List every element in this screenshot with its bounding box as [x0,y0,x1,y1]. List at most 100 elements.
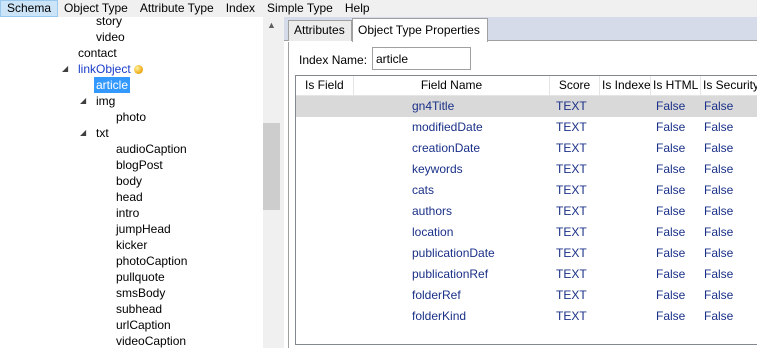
cell-is-html[interactable]: False [651,159,701,180]
table-row[interactable]: gn4Title TEXT False False [296,96,757,117]
table-row[interactable]: location TEXT False False [296,222,757,243]
cell-is-indexed[interactable] [600,201,651,222]
cell-is-html[interactable]: False [651,96,701,117]
cell-is-security[interactable]: False [701,117,757,138]
tree-item[interactable]: ◢ txt [80,125,111,141]
tree-item[interactable]: ◢ linkObject [62,61,143,77]
cell-field-name[interactable]: cats [354,180,550,201]
cell-is-html[interactable]: False [651,138,701,159]
cell-is-field[interactable] [296,117,354,138]
cell-score[interactable]: TEXT [550,117,600,138]
menu-index[interactable]: Index [220,0,261,17]
col-header-is-indexed[interactable]: Is Indexed [600,76,651,96]
cell-is-security[interactable]: False [701,96,757,117]
table-row[interactable]: publicationDate TEXT False False [296,243,757,264]
col-header-score[interactable]: Score [550,76,600,96]
cell-score[interactable]: TEXT [550,243,600,264]
cell-is-security[interactable]: False [701,222,757,243]
scroll-thumb[interactable] [263,123,280,210]
cell-is-indexed[interactable] [600,243,651,264]
tree-item[interactable]: blogPost [114,157,165,173]
cell-score[interactable]: TEXT [550,180,600,201]
tree-item[interactable]: jumpHead [114,221,173,237]
table-row[interactable]: modifiedDate TEXT False False [296,117,757,138]
table-row[interactable]: authors TEXT False False [296,201,757,222]
menu-object-type[interactable]: Object Type [58,0,134,17]
table-row[interactable]: cats TEXT False False [296,180,757,201]
cell-is-html[interactable]: False [651,264,701,285]
cell-is-indexed[interactable] [600,117,651,138]
cell-is-security[interactable]: False [701,243,757,264]
tree-item[interactable]: video [94,29,127,45]
cell-is-indexed[interactable] [600,138,651,159]
tree-item[interactable]: pullquote [114,269,167,285]
cell-is-field[interactable] [296,159,354,180]
tree-item[interactable]: photoCaption [114,253,189,269]
cell-field-name[interactable]: folderKind [354,306,550,327]
tree-item[interactable]: head [114,189,145,205]
tree-item[interactable]: videoCaption [114,333,188,348]
cell-is-security[interactable]: False [701,138,757,159]
cell-is-html[interactable]: False [651,243,701,264]
cell-is-field[interactable] [296,180,354,201]
cell-is-field[interactable] [296,201,354,222]
cell-score[interactable]: TEXT [550,222,600,243]
cell-is-html[interactable]: False [651,201,701,222]
cell-is-field[interactable] [296,285,354,306]
cell-field-name[interactable]: keywords [354,159,550,180]
tab-attributes[interactable]: Attributes [288,20,352,41]
tree-item[interactable]: kicker [114,237,149,253]
cell-is-html[interactable]: False [651,117,701,138]
col-header-is-field[interactable]: Is Field [296,76,354,96]
tree-item[interactable]: smsBody [114,285,167,301]
tree-item[interactable]: photo [114,109,148,125]
cell-field-name[interactable]: folderRef [354,285,550,306]
cell-is-indexed[interactable] [600,96,651,117]
cell-is-html[interactable]: False [651,222,701,243]
cell-is-indexed[interactable] [600,264,651,285]
scroll-up-arrow-icon[interactable]: ▲ [263,17,280,34]
tree-item[interactable]: story [94,17,124,29]
index-name-input[interactable] [372,47,471,70]
cell-is-html[interactable]: False [651,306,701,327]
table-row[interactable]: creationDate TEXT False False [296,138,757,159]
cell-is-field[interactable] [296,243,354,264]
cell-is-security[interactable]: False [701,306,757,327]
cell-score[interactable]: TEXT [550,201,600,222]
cell-score[interactable]: TEXT [550,285,600,306]
table-row[interactable]: keywords TEXT False False [296,159,757,180]
menu-attribute-type[interactable]: Attribute Type [134,0,220,17]
menu-simple-type[interactable]: Simple Type [261,0,339,17]
cell-is-security[interactable]: False [701,264,757,285]
cell-is-security[interactable]: False [701,285,757,306]
fields-grid[interactable]: Is Field Field Name Score Is Indexed Is … [295,75,757,345]
cell-is-indexed[interactable] [600,222,651,243]
tree-item[interactable]: intro [114,205,141,221]
tree-item[interactable]: audioCaption [114,141,189,157]
expand-arrow-icon[interactable]: ◢ [62,61,72,77]
cell-field-name[interactable]: modifiedDate [354,117,550,138]
menu-schema[interactable]: Schema [0,0,59,17]
col-header-is-html[interactable]: Is HTML [651,76,701,96]
tree-item[interactable]: article [94,77,131,93]
cell-score[interactable]: TEXT [550,264,600,285]
cell-field-name[interactable]: authors [354,201,550,222]
cell-is-indexed[interactable] [600,306,651,327]
cell-is-security[interactable]: False [701,180,757,201]
expand-arrow-icon[interactable]: ◢ [80,125,90,141]
cell-is-security[interactable]: False [701,159,757,180]
cell-is-security[interactable]: False [701,201,757,222]
cell-score[interactable]: TEXT [550,159,600,180]
tab-object-type-properties[interactable]: Object Type Properties [352,18,488,42]
col-header-field-name[interactable]: Field Name [354,76,550,96]
cell-is-html[interactable]: False [651,180,701,201]
cell-is-field[interactable] [296,306,354,327]
table-row[interactable]: folderRef TEXT False False [296,285,757,306]
tree-item[interactable]: subhead [114,301,164,317]
cell-is-field[interactable] [296,138,354,159]
menu-help[interactable]: Help [339,0,376,17]
tree-item[interactable]: urlCaption [114,317,173,333]
table-row[interactable]: publicationRef TEXT False False [296,264,757,285]
tree-item[interactable]: ◢ img [80,93,117,109]
tree-scrollbar[interactable]: ▲ [263,17,280,348]
